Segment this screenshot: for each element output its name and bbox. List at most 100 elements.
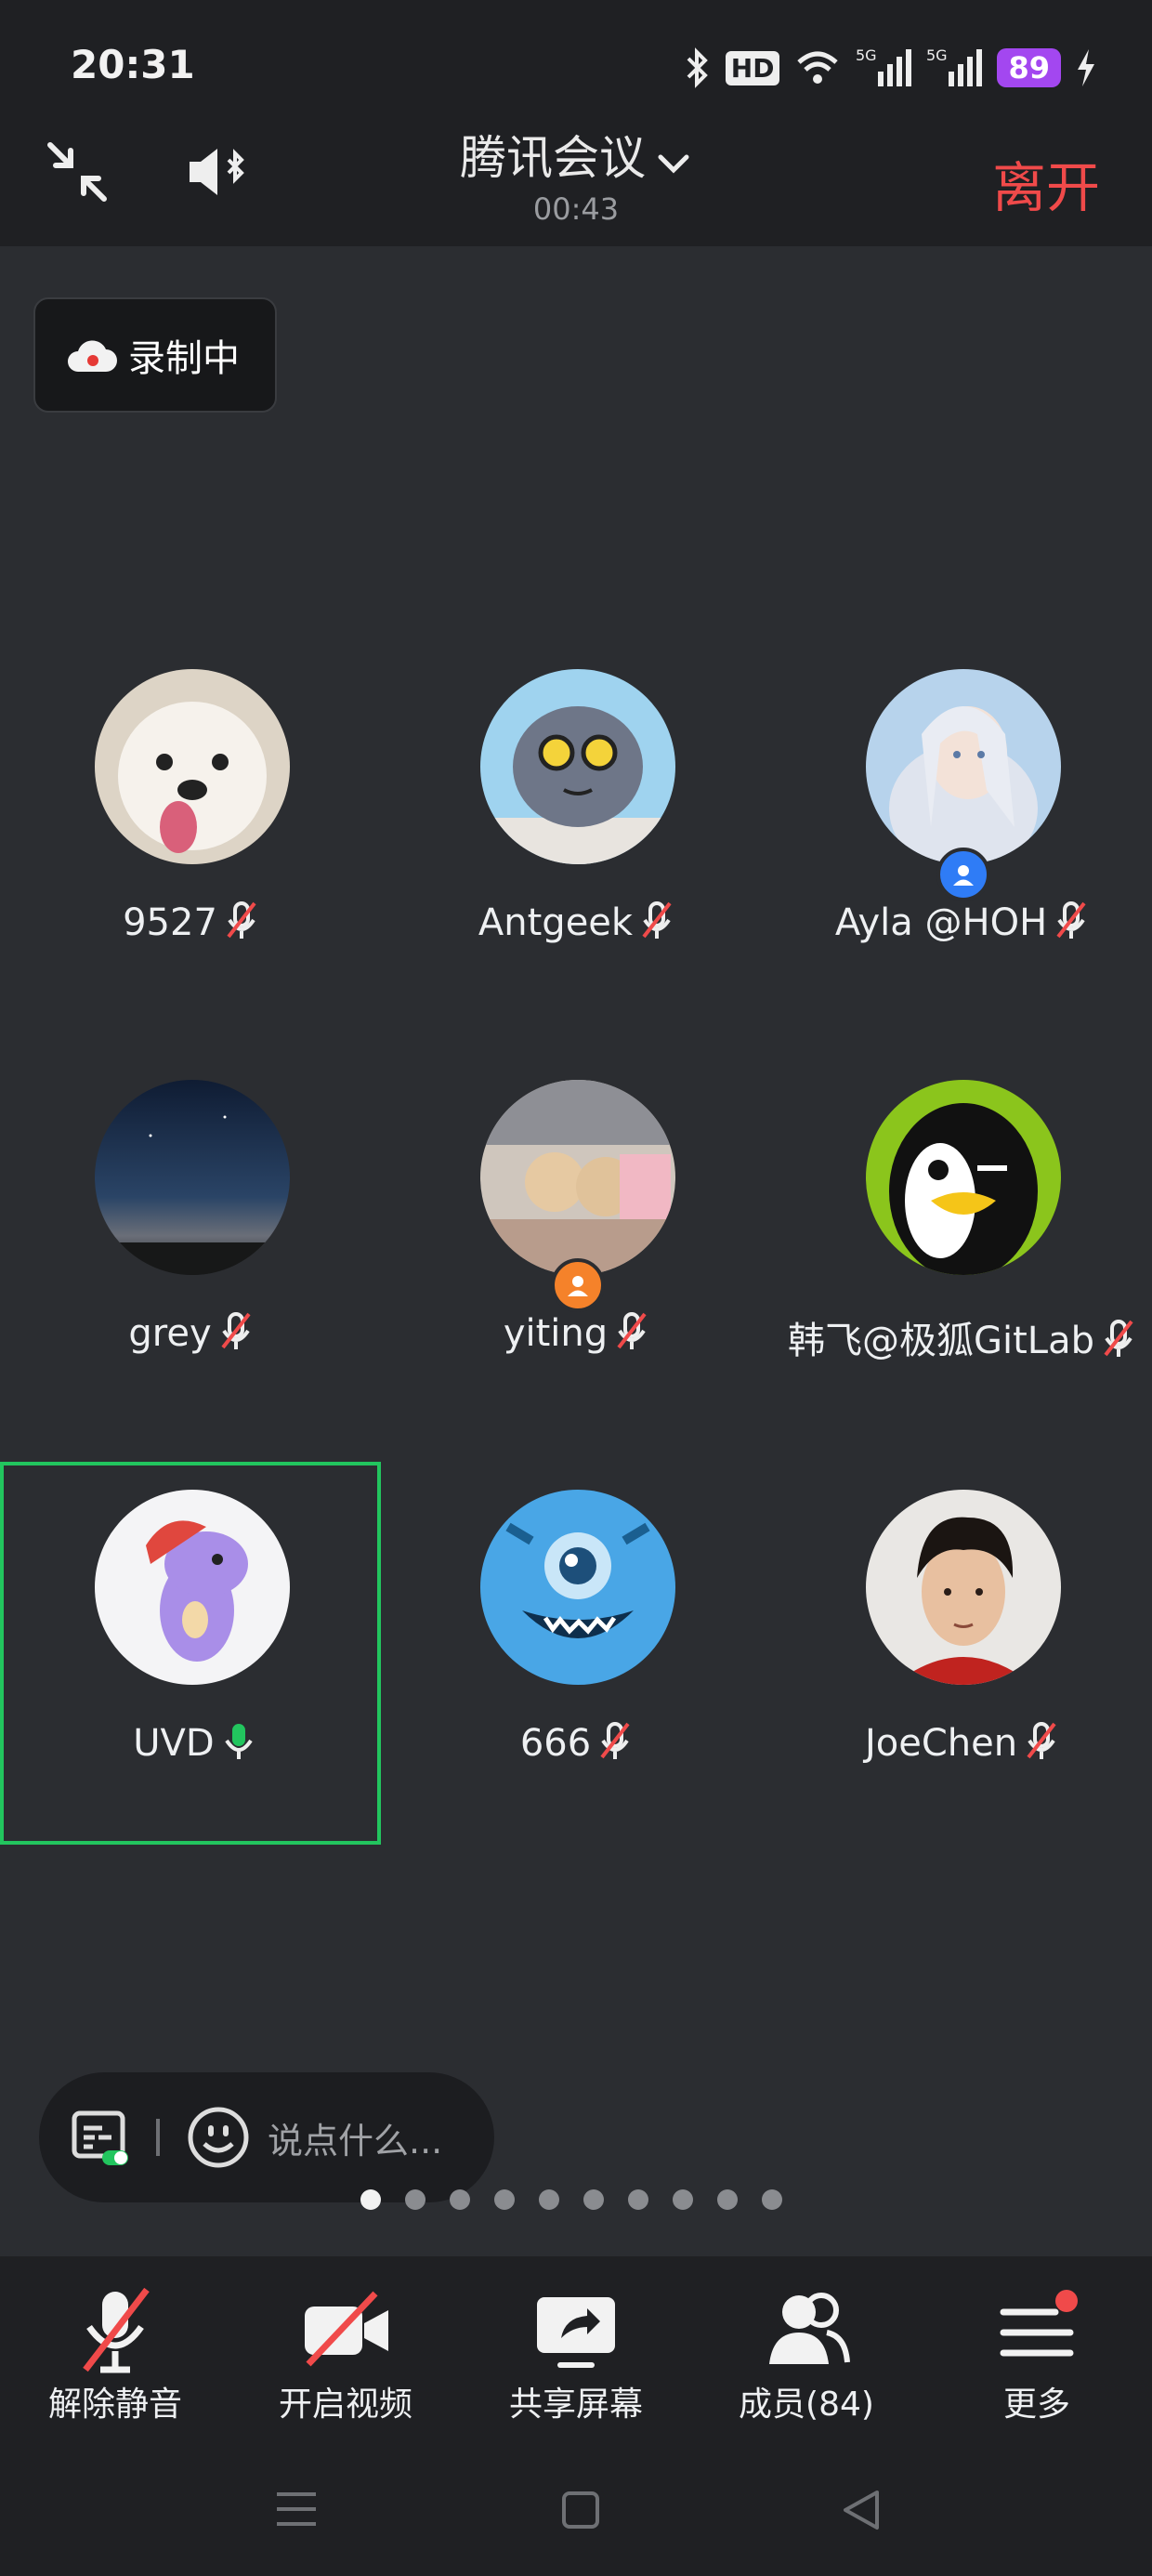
page-indicator[interactable] [360, 2189, 782, 2210]
unmute-button[interactable]: 解除静音 [13, 2275, 217, 2433]
page-dot[interactable] [717, 2189, 738, 2210]
members-icon [769, 2293, 850, 2364]
meeting-title[interactable]: 腾讯会议 [0, 121, 1152, 189]
participant-tile[interactable]: JoeChen [771, 1462, 1152, 1845]
avatar [866, 1080, 1061, 1275]
status-bar: 20:31 HD 5G 5G 89 [0, 0, 1152, 139]
share-screen-button[interactable]: 共享屏幕 [474, 2275, 678, 2433]
participant-name: yiting [386, 1310, 766, 1360]
back-nav-icon[interactable] [840, 2489, 883, 2531]
avatar [480, 669, 675, 864]
share-screen-label: 共享屏幕 [508, 2385, 643, 2424]
leave-button[interactable]: 离开 [992, 144, 1100, 222]
avatar [866, 669, 1061, 864]
mic-muted-icon [225, 900, 258, 950]
meeting-timer: 00:43 [532, 191, 620, 227]
participant-name-text: UVD [133, 1722, 215, 1765]
captions-icon[interactable] [71, 2108, 130, 2167]
page-dot[interactable] [628, 2189, 648, 2210]
menu-nav-icon[interactable] [275, 2491, 318, 2528]
mic-muted-icon [640, 900, 674, 950]
participant-tile[interactable]: 9527 [0, 641, 381, 1024]
avatar [95, 1490, 290, 1685]
mic-muted-icon [1102, 1318, 1135, 1368]
chat-input[interactable]: 说点什么... [39, 2072, 494, 2202]
hd-icon: HD [725, 50, 780, 85]
cohost-badge [551, 1258, 605, 1312]
home-nav-icon[interactable] [561, 2491, 600, 2530]
meeting-title-text: 腾讯会议 [460, 131, 646, 185]
avatar [866, 1490, 1061, 1685]
participant-name-text: grey [128, 1312, 212, 1355]
recording-indicator[interactable]: 录制中 [33, 297, 277, 413]
wifi-icon [797, 51, 839, 84]
participant-name-text: Antgeek [478, 901, 634, 944]
participant-name-text: 666 [519, 1722, 592, 1765]
page-dot[interactable] [494, 2189, 515, 2210]
members-button[interactable]: 成员(84) [704, 2275, 909, 2433]
page-dot[interactable] [539, 2189, 559, 2210]
participant-name: 韩飞@极狐GitLab [771, 1310, 1152, 1368]
participant-name: JoeChen [771, 1720, 1152, 1770]
participant-tile[interactable]: yiting [386, 1052, 766, 1435]
emoji-icon[interactable] [186, 2105, 251, 2170]
participant-name: 9527 [0, 900, 381, 950]
participant-tile[interactable]: Antgeek [386, 641, 766, 1024]
participant-name: 666 [386, 1720, 766, 1770]
participant-tile[interactable]: Ayla @HOH [771, 641, 1152, 1024]
participant-tile-active-speaker[interactable]: UVD [0, 1462, 381, 1845]
page-dot[interactable] [405, 2189, 425, 2210]
video-off-icon [305, 2291, 388, 2367]
svg-text:5G: 5G [926, 47, 948, 64]
start-video-label: 开启视频 [278, 2385, 412, 2424]
page-dot[interactable] [673, 2189, 693, 2210]
participant-name-text: JoeChen [864, 1722, 1018, 1765]
participant-name-text: 9527 [123, 901, 217, 944]
unmute-label: 解除静音 [47, 2385, 182, 2424]
mic-muted-icon [1025, 1720, 1058, 1770]
page-dot[interactable] [762, 2189, 782, 2210]
mic-on-icon [222, 1720, 255, 1770]
more-menu-icon [1000, 2290, 1078, 2357]
clock: 20:31 [71, 42, 195, 87]
participant-tile[interactable]: 666 [386, 1462, 766, 1845]
mic-muted-icon [1054, 900, 1088, 950]
signal-icon-2: 5G [926, 47, 983, 86]
participant-name-text: Ayla @HOH [834, 901, 1048, 944]
mic-muted-icon [615, 1310, 648, 1360]
chat-placeholder: 说点什么... [268, 2120, 443, 2162]
page-dot[interactable] [583, 2189, 604, 2210]
participant-name: UVD [4, 1720, 385, 1770]
mic-muted-icon [219, 1310, 253, 1360]
more-label: 更多 [1002, 2385, 1070, 2424]
participant-tile[interactable]: grey [0, 1052, 381, 1435]
host-badge [936, 848, 990, 901]
signal-icon: 5G [856, 47, 912, 86]
status-icons: HD 5G 5G 89 [683, 45, 1096, 91]
recording-label: 录制中 [128, 337, 240, 380]
divider [156, 2119, 160, 2156]
participant-name: Ayla @HOH [771, 900, 1152, 950]
charging-icon [1078, 49, 1094, 86]
page-dot[interactable] [450, 2189, 470, 2210]
start-video-button[interactable]: 开启视频 [243, 2275, 448, 2433]
mic-muted-icon [598, 1720, 632, 1770]
mic-muted-icon [83, 2287, 150, 2373]
bluetooth-icon [687, 47, 708, 88]
share-screen-icon [537, 2297, 615, 2368]
participant-tile[interactable]: 韩飞@极狐GitLab [771, 1052, 1152, 1435]
participant-name-text: 韩飞@极狐GitLab [788, 1320, 1094, 1362]
chevron-down-icon [655, 135, 692, 189]
more-button[interactable]: 更多 [935, 2275, 1139, 2433]
avatar [480, 1490, 675, 1685]
cloud-record-icon [68, 340, 117, 372]
system-nav-bar [0, 2472, 1152, 2546]
members-label: 成员(84) [739, 2385, 874, 2424]
svg-text:5G: 5G [856, 47, 877, 64]
participant-name-text: yiting [503, 1312, 609, 1355]
participant-name: grey [0, 1310, 381, 1360]
participant-name: Antgeek [386, 900, 766, 950]
avatar [95, 669, 290, 864]
page-dot-active[interactable] [360, 2189, 381, 2210]
battery-indicator: 89 [997, 48, 1061, 87]
